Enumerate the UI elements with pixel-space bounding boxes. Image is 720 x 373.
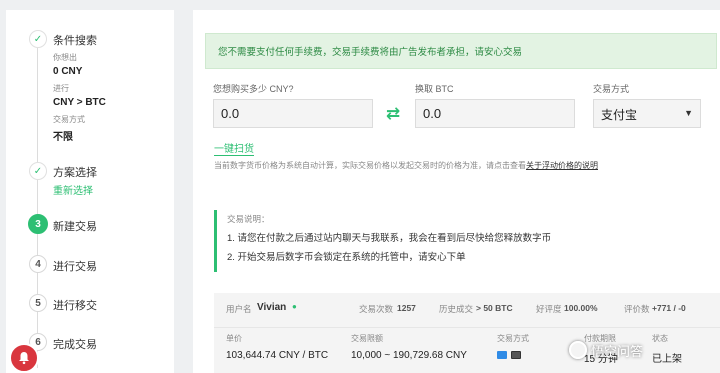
alipay-icon xyxy=(497,351,507,360)
step-title-plan: 方案选择 xyxy=(53,167,97,179)
verified-icon: ● xyxy=(292,302,297,311)
score-value: +771 / -0 xyxy=(652,303,686,313)
pair-label: 进行 xyxy=(53,84,69,93)
fee-notice: 您不需要支付任何手续费，交易手续费将由广告发布者承担，请安心交易 xyxy=(205,33,717,69)
watermark-logo-icon xyxy=(569,341,587,359)
watermark: 悟空问答 xyxy=(569,339,643,361)
payment-method-label: 交易方式 xyxy=(593,84,630,94)
pair-value: CNY > BTC xyxy=(53,97,106,108)
method-cell xyxy=(497,350,525,361)
trade-form-panel: 您不需要支付任何手续费，交易手续费将由广告发布者承担，请安心交易 您想购买多少 … xyxy=(193,10,720,373)
method-value: 不限 xyxy=(53,132,73,143)
price-note: 当前数字货币价格为系统自动计算，实际交易价格以发起交易时的价格为准，请点击查看关… xyxy=(214,160,598,171)
watermark-text: 悟空问答 xyxy=(591,343,644,359)
step-number-3: 3 xyxy=(28,214,48,234)
caret-down-icon: ▼ xyxy=(684,108,693,118)
history-label: 历史成交 xyxy=(439,304,474,314)
price-note-text: 当前数字货币价格为系统自动计算，实际交易价格以发起交易时的价格为准，请点击查看 xyxy=(214,161,526,170)
history-volume: > 50 BTC xyxy=(476,303,513,313)
swap-arrows-icon[interactable]: ⇄ xyxy=(382,105,404,122)
cny-amount-label: 您想购买多少 CNY? xyxy=(213,84,294,94)
steps-panel: ✓ 条件搜索 你想出 0 CNY 进行 CNY > BTC 交易方式 不限 ✓ … xyxy=(6,10,174,373)
method-label: 交易方式 xyxy=(53,115,85,124)
floating-price-link[interactable]: 关于浮动价格的说明 xyxy=(526,161,598,170)
notification-bell-icon[interactable] xyxy=(9,343,39,373)
step-done-check-icon: ✓ xyxy=(29,30,47,48)
step-title-transfer: 进行移交 xyxy=(53,300,97,312)
payment-method-select[interactable]: 支付宝 ▼ xyxy=(593,99,701,128)
score-label: 评价数 xyxy=(624,304,650,314)
instruction-item: 2. 开始交易后数字币会锁定在系统的托管中，请安心下单 xyxy=(227,252,466,263)
col-header-price: 单价 xyxy=(226,334,242,343)
step-number-5: 5 xyxy=(29,294,47,312)
pay-amount-label: 你想出 xyxy=(53,53,77,62)
username[interactable]: Vivian xyxy=(257,302,286,313)
step-title-search: 条件搜索 xyxy=(53,35,97,47)
col-header-status: 状态 xyxy=(652,334,668,343)
col-header-limit: 交易限额 xyxy=(351,334,383,343)
btc-amount-input[interactable] xyxy=(415,99,575,128)
bank-card-icon xyxy=(511,351,521,360)
trader-card: 用户名 Vivian ● 交易次数 1257 历史成交 > 50 BTC 好评度… xyxy=(214,293,720,373)
payment-method-value: 支付宝 xyxy=(601,108,638,122)
quick-buy-link[interactable]: 一键扫货 xyxy=(214,140,254,156)
price-cell: 103,644.74 CNY / BTC xyxy=(226,350,329,361)
step-title-new-trade: 新建交易 xyxy=(53,221,97,233)
instruction-item: 1. 请您在付款之后通过站内聊天与我联系，我会在看到后尽快给您释放数字币 xyxy=(227,233,552,244)
trades-label: 交易次数 xyxy=(359,304,394,314)
step-done-check-icon: ✓ xyxy=(29,162,47,180)
btc-amount-label: 换取 BTC xyxy=(415,84,454,94)
rating-label: 好评度 xyxy=(536,304,562,314)
trade-instructions: 交易说明： 1. 请您在付款之后通过站内聊天与我联系，我会在看到后尽快给您释放数… xyxy=(214,210,552,272)
reselect-link[interactable]: 重新选择 xyxy=(53,182,93,197)
trades-count: 1257 xyxy=(397,303,416,313)
instructions-title: 交易说明： xyxy=(227,214,270,224)
col-header-method: 交易方式 xyxy=(497,334,529,343)
cny-amount-input[interactable] xyxy=(213,99,373,128)
step-number-4: 4 xyxy=(29,255,47,273)
step-title-trading: 进行交易 xyxy=(53,261,97,273)
limit-cell: 10,000 ~ 190,729.68 CNY xyxy=(351,350,467,361)
trader-divider xyxy=(214,327,720,328)
rating-value: 100.00% xyxy=(564,303,598,313)
step-title-complete: 完成交易 xyxy=(53,339,97,351)
steps-connector xyxy=(37,48,38,368)
username-label: 用户名 xyxy=(226,304,252,314)
status-cell: 已上架 xyxy=(652,354,682,365)
pay-amount-value: 0 CNY xyxy=(53,66,83,77)
